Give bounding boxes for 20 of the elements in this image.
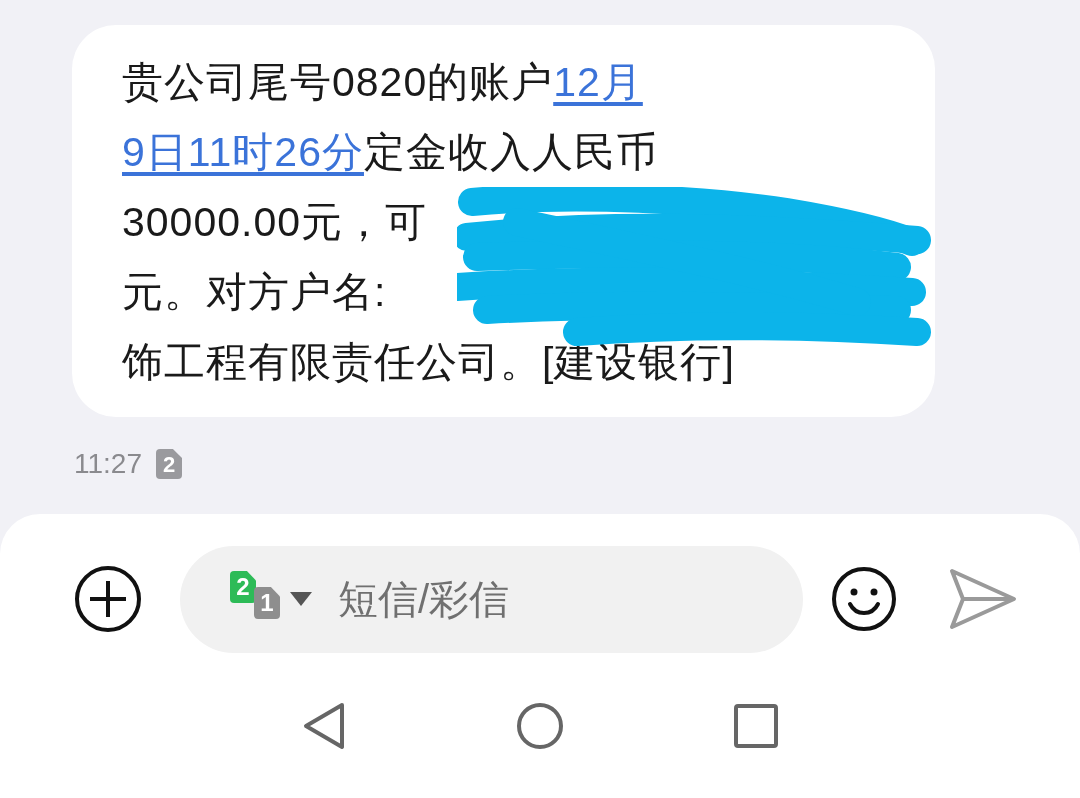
add-icon[interactable] [74, 565, 142, 633]
message-text: 饰工程有限责任公司。[建设银行] [122, 338, 735, 387]
message-time: 11:27 [74, 447, 142, 481]
recents-icon[interactable] [734, 704, 778, 748]
message-field[interactable]: 短信/彩信 [338, 569, 638, 629]
home-icon[interactable] [516, 702, 564, 750]
message-text: 9日11时26分定金收入人民币 [122, 128, 658, 177]
dropdown-icon[interactable] [290, 592, 312, 606]
date-link[interactable]: 12月 [553, 59, 643, 105]
emoji-icon[interactable] [831, 566, 897, 632]
message-text: 30000.00元，可 [122, 198, 427, 247]
sim-icon: 1 [254, 587, 280, 619]
sim-icon: 2 [230, 571, 256, 603]
date-link[interactable]: 9日11时26分 [122, 129, 364, 175]
message-text: 贵公司尾号0820的账户12月 [122, 58, 643, 107]
message-text: 元。对方户名: [122, 268, 387, 317]
sim-icon: 2 [156, 449, 182, 479]
back-icon[interactable] [302, 702, 346, 750]
message-input[interactable]: 2 1 短信/彩信 [180, 545, 803, 653]
send-icon[interactable] [949, 568, 1017, 630]
